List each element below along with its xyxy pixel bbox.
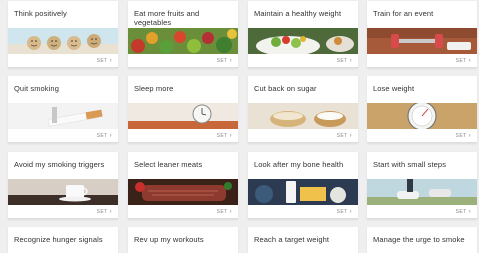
chevron-right-icon: › [109, 133, 112, 139]
alarm-clock-image [128, 103, 238, 129]
set-goal-button[interactable]: SET › [217, 133, 232, 139]
meat-image [128, 179, 238, 205]
goal-card-title: Eat more fruits and vegetables [134, 9, 200, 27]
chevron-right-icon: › [468, 58, 471, 64]
goal-card-bone-health[interactable]: Look after my bone health SET › [248, 152, 358, 219]
goal-card-recognize-hunger[interactable]: Recognize hunger signals [8, 227, 118, 253]
scale-image [367, 103, 477, 129]
chevron-right-icon: › [109, 58, 112, 64]
chevron-right-icon: › [468, 209, 471, 215]
goal-card-avoid-smoking-triggers[interactable]: Avoid my smoking triggers SET › [8, 152, 118, 219]
goal-card-title: Reach a target weight [254, 235, 330, 244]
goal-card-small-steps[interactable]: Start with small steps SET › [367, 152, 477, 219]
goal-card-title: Think positively [14, 9, 67, 18]
chevron-right-icon: › [349, 209, 352, 215]
set-goal-button[interactable]: SET › [217, 58, 232, 64]
coffee-cup-image [8, 179, 118, 205]
goal-card-title: Avoid my smoking triggers [14, 160, 105, 169]
set-goal-button[interactable]: SET › [337, 209, 352, 215]
set-goal-button[interactable]: SET › [97, 133, 112, 139]
goal-card-maintain-healthy-weight[interactable]: Maintain a healthy weight SET › [248, 1, 358, 68]
goal-card-title: Rev up my workouts [134, 235, 204, 244]
goal-cards-grid: Think positively SET › Eat more fruits an… [8, 0, 477, 253]
goal-card-manage-urge-smoke[interactable]: Manage the urge to smoke [367, 227, 477, 253]
goal-card-title: Select leaner meats [134, 160, 203, 169]
set-goal-button[interactable]: SET › [456, 58, 471, 64]
goal-card-reach-target-weight[interactable]: Reach a target weight [248, 227, 358, 253]
goal-card-train-for-event[interactable]: Train for an event SET › [367, 1, 477, 68]
smiley-faces-image [8, 28, 118, 54]
goal-card-title: Maintain a healthy weight [254, 9, 342, 18]
chevron-right-icon: › [109, 209, 112, 215]
set-goal-button[interactable]: SET › [456, 209, 471, 215]
goal-card-title: Recognize hunger signals [14, 235, 103, 244]
chevron-right-icon: › [468, 133, 471, 139]
salad-image [248, 28, 358, 54]
chevron-right-icon: › [229, 58, 232, 64]
sugar-bowls-image [248, 103, 358, 129]
set-goal-button[interactable]: SET › [217, 209, 232, 215]
goal-card-select-leaner-meats[interactable]: Select leaner meats SET › [128, 152, 238, 219]
goal-card-title: Train for an event [373, 9, 434, 18]
goal-card-title: Quit smoking [14, 84, 59, 93]
set-goal-button[interactable]: SET › [456, 133, 471, 139]
goal-card-think-positively[interactable]: Think positively SET › [8, 1, 118, 68]
chevron-right-icon: › [349, 133, 352, 139]
goal-card-quit-smoking[interactable]: Quit smoking SET › [8, 76, 118, 143]
running-feet-image [367, 179, 477, 205]
set-goal-button[interactable]: SET › [337, 133, 352, 139]
goal-card-title: Start with small steps [373, 160, 447, 169]
dumbbells-image [367, 28, 477, 54]
milk-cheese-image [248, 179, 358, 205]
goal-card-rev-up-workouts[interactable]: Rev up my workouts [128, 227, 238, 253]
goal-card-lose-weight[interactable]: Lose weight SET › [367, 76, 477, 143]
vegetables-image [128, 28, 238, 54]
set-goal-button[interactable]: SET › [97, 58, 112, 64]
goal-card-sleep-more[interactable]: Sleep more SET › [128, 76, 238, 143]
chevron-right-icon: › [349, 58, 352, 64]
chevron-right-icon: › [229, 133, 232, 139]
goal-card-title: Lose weight [373, 84, 415, 93]
broken-cigarette-image [8, 103, 118, 129]
goal-card-title: Cut back on sugar [254, 84, 317, 93]
goal-card-title: Sleep more [134, 84, 174, 93]
set-goal-button[interactable]: SET › [337, 58, 352, 64]
goal-card-cut-back-sugar[interactable]: Cut back on sugar SET › [248, 76, 358, 143]
goal-card-title: Look after my bone health [254, 160, 344, 169]
set-goal-button[interactable]: SET › [97, 209, 112, 215]
goal-card-title: Manage the urge to smoke [373, 235, 465, 244]
goal-card-eat-more-fruits[interactable]: Eat more fruits and vegetables SET › [128, 1, 238, 68]
chevron-right-icon: › [229, 209, 232, 215]
